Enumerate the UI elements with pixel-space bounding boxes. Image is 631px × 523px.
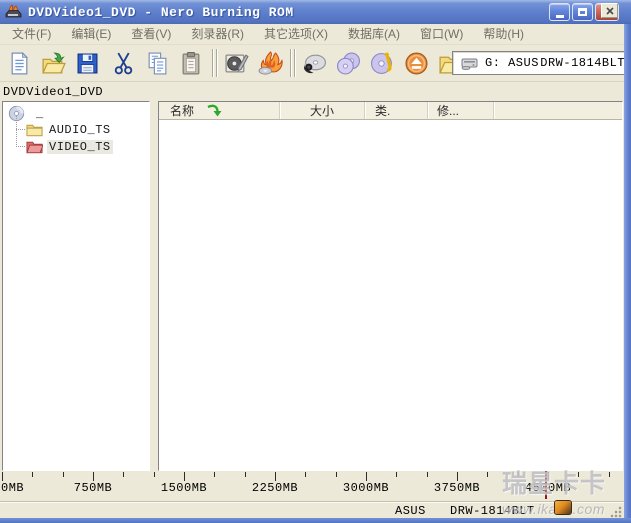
status-device-vendor: ASUS [395, 504, 426, 518]
capacity-limit-marker [545, 471, 547, 499]
tree-item-video-ts[interactable]: VIDEO_TS [26, 138, 113, 155]
drive-selector-model: DRW-1814BLT [540, 56, 625, 70]
column-header-type[interactable]: 类. [365, 102, 428, 119]
cut-icon [111, 51, 136, 76]
title-bar: DVDVideo1_DVD - Nero Burning ROM [0, 0, 631, 24]
minimize-button[interactable] [549, 3, 570, 21]
burner-device-button[interactable] [299, 48, 330, 79]
file-list-pane: 名称 大小 类. 修... [158, 101, 623, 471]
window-bottom-border [0, 518, 631, 523]
menu-help[interactable]: 帮助(H) [473, 24, 534, 44]
resize-grip[interactable] [610, 506, 622, 518]
compilation-close-button[interactable] [601, 3, 618, 18]
status-bar: ASUS DRW-1814BLT [0, 501, 624, 518]
folder-red-icon [26, 140, 43, 154]
menu-window[interactable]: 窗口(W) [410, 24, 473, 44]
capacity-label: 1500MB [161, 481, 207, 495]
drive-selector-value: G: ASUS [485, 56, 539, 70]
write-compilation-icon [224, 51, 249, 76]
tree-connector [16, 146, 25, 147]
toolbar-separator [290, 49, 292, 77]
menu-extras[interactable]: 其它选项(X) [254, 24, 338, 44]
compilation-tree-pane[interactable]: _ AUDIO_TS VIDEO_TS [2, 101, 150, 471]
column-header-blank [494, 102, 622, 119]
capacity-label: 750MB [74, 481, 113, 495]
tree-connector [16, 116, 17, 147]
column-label: 类. [375, 102, 390, 119]
capacity-label: 4500MB [525, 481, 571, 495]
folder-yellow-icon [26, 123, 43, 137]
menu-view[interactable]: 查看(V) [121, 24, 181, 44]
status-device-model: DRW-1814BLT [450, 504, 535, 518]
close-icon [606, 7, 614, 15]
open-folder-icon [41, 51, 66, 76]
toolbar-separator [294, 49, 296, 77]
new-document-button[interactable] [4, 48, 35, 79]
copy-icon [145, 51, 170, 76]
eject-icon [404, 51, 429, 76]
maximize-icon [578, 8, 587, 16]
capacity-label: 3000MB [343, 481, 389, 495]
drive-icon [461, 56, 478, 70]
menu-recorder[interactable]: 刻录器(R) [181, 24, 254, 44]
toolbar-separator [216, 49, 218, 77]
nero-app-icon [5, 4, 22, 20]
tree-item-label: VIDEO_TS [47, 140, 113, 154]
column-label: 大小 [310, 102, 334, 119]
tree-item-label: AUDIO_TS [47, 123, 113, 137]
menu-edit[interactable]: 编辑(E) [61, 24, 121, 44]
menu-bar: 文件(F) 编辑(E) 查看(V) 刻录器(R) 其它选项(X) 数据库(A) … [0, 24, 624, 45]
window-title: DVDVideo1_DVD - Nero Burning ROM [28, 5, 294, 20]
eject-button[interactable] [401, 48, 432, 79]
file-list-body[interactable] [159, 120, 622, 470]
column-label: 名称 [170, 102, 194, 119]
capacity-label: 3750MB [434, 481, 480, 495]
tree-root-label: _ [36, 107, 43, 121]
paste-button[interactable] [176, 48, 207, 79]
tree-item-audio-ts[interactable]: AUDIO_TS [26, 121, 113, 138]
copy-disc-icon [258, 51, 283, 76]
capacity-ruler: 0MB 750MB 1500MB 2250MB 3000MB 3750MB 45… [0, 471, 631, 501]
cut-button[interactable] [108, 48, 139, 79]
disc-info-icon [370, 51, 395, 76]
menu-file[interactable]: 文件(F) [2, 24, 61, 44]
toolbar: G: ASUS DRW-1814BLT [0, 45, 624, 82]
disc-info-button[interactable] [367, 48, 398, 79]
column-header-modified[interactable]: 修... [428, 102, 494, 119]
capacity-label: 2250MB [252, 481, 298, 495]
new-document-icon [7, 51, 32, 76]
disc-copy-button[interactable] [333, 48, 364, 79]
window-right-border [624, 24, 631, 518]
burner-device-icon [302, 51, 327, 76]
maximize-button[interactable] [572, 3, 593, 21]
tree-connector [16, 129, 25, 130]
minimize-icon [556, 15, 564, 18]
copy-disc-button[interactable] [255, 48, 286, 79]
write-compilation-button[interactable] [221, 48, 252, 79]
tree-root-item[interactable]: _ [8, 105, 43, 122]
open-button[interactable] [38, 48, 69, 79]
capacity-label: 0MB [1, 481, 24, 495]
drive-selector[interactable]: G: ASUS DRW-1814BLT [452, 51, 629, 75]
copy-button[interactable] [142, 48, 173, 79]
column-label: 修... [437, 102, 459, 119]
column-header-name[interactable]: 名称 [159, 102, 280, 119]
disc-copy-icon [336, 51, 361, 76]
menu-database[interactable]: 数据库(A) [338, 24, 410, 44]
paste-icon [179, 51, 204, 76]
sort-arrow-icon [207, 104, 222, 117]
save-icon [75, 51, 100, 76]
compilation-title: DVDVideo1_DVD [3, 85, 103, 99]
save-button[interactable] [72, 48, 103, 79]
file-list-header: 名称 大小 类. 修... [159, 102, 622, 120]
column-header-size[interactable]: 大小 [280, 102, 365, 119]
toolbar-separator [212, 49, 214, 77]
